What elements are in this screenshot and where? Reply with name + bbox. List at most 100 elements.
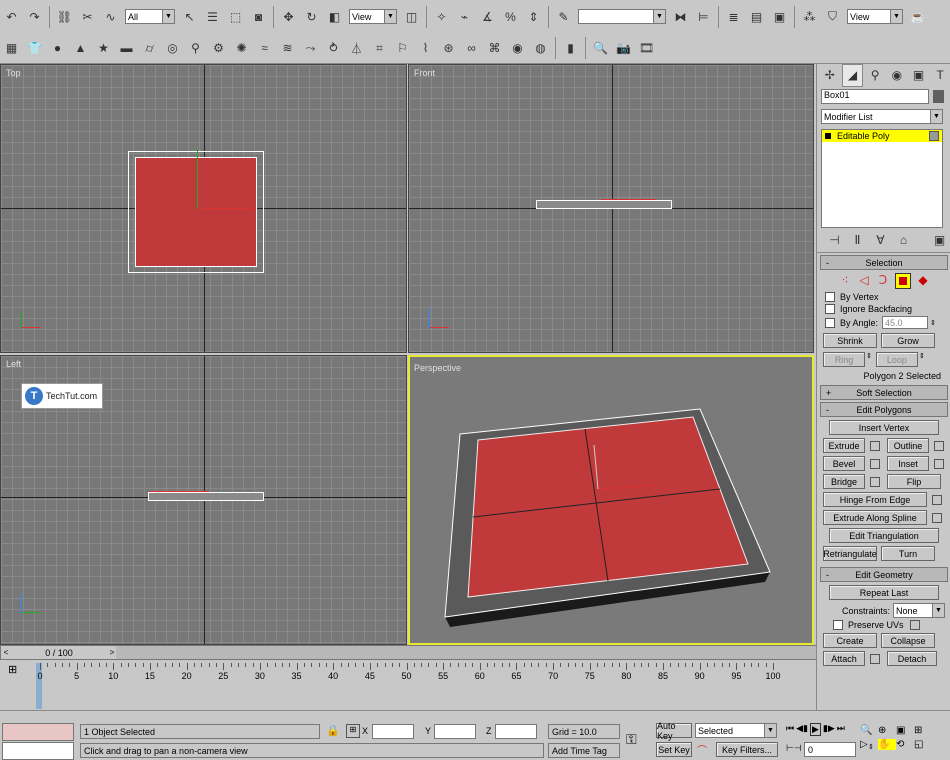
maxscript-listener[interactable] — [2, 723, 74, 741]
camera-icon[interactable]: ◉ — [507, 38, 528, 59]
create-tab-icon[interactable]: ✢ — [820, 65, 840, 86]
utilities-tab-icon[interactable]: T — [930, 65, 950, 86]
reference-coord-dropdown[interactable]: View ▼ — [349, 9, 397, 24]
viewport-label[interactable]: Left — [6, 359, 21, 369]
checkbox[interactable] — [825, 292, 835, 302]
key-icon[interactable]: ⚿ — [626, 731, 637, 748]
render-scene-icon[interactable]: ⛉ — [822, 6, 843, 27]
key-mode-dropdown[interactable]: Selected ▼ — [695, 723, 777, 738]
extrude-spline-settings-icon[interactable] — [932, 512, 942, 523]
viewport-perspective[interactable]: Perspective — [408, 355, 814, 645]
polygon-icon[interactable] — [895, 273, 911, 289]
soft-selection-rollout-header[interactable]: + Soft Selection — [820, 385, 948, 400]
viewport-left[interactable]: Left T TechTut.com — [0, 355, 407, 645]
redo-icon[interactable]: ↷ — [24, 6, 45, 27]
hinge-from-edge-button[interactable]: Hinge From Edge — [823, 492, 927, 507]
bridge-settings-icon[interactable] — [870, 476, 880, 487]
zoom-extents-all-icon[interactable]: ⊞ — [914, 725, 932, 736]
set-key-button[interactable]: Set Key — [656, 742, 692, 757]
auto-key-button[interactable]: Auto Key — [656, 721, 692, 741]
tape-icon[interactable]: ▮ — [560, 38, 581, 59]
repeat-last-button[interactable]: Repeat Last — [829, 585, 939, 600]
modifier-list-dropdown[interactable]: Modifier List ▼ — [821, 109, 943, 124]
wave-icon[interactable]: ≈ — [254, 38, 275, 59]
previous-frame-icon[interactable]: ◀▮ — [796, 723, 808, 736]
unlink-icon[interactable]: ✂ — [77, 6, 98, 27]
by-vertex-row[interactable]: By Vertex — [825, 292, 943, 302]
bend-icon[interactable]: ⤳ — [300, 38, 321, 59]
flip-button[interactable]: Flip — [887, 474, 941, 489]
render-camera-icon[interactable]: 📷 — [613, 38, 634, 59]
cylinder-icon[interactable]: ⌭ — [139, 38, 160, 59]
outline-button[interactable]: Outline — [887, 438, 929, 453]
inset-button[interactable]: Inset — [887, 456, 929, 471]
stack-item-toggle[interactable] — [929, 131, 939, 141]
align-icon[interactable]: ⊨ — [693, 6, 714, 27]
collapse-button[interactable]: Collapse — [881, 633, 935, 648]
current-frame-field[interactable]: 0 — [804, 742, 856, 757]
select-by-name-icon[interactable]: ☰ — [202, 6, 223, 27]
viewport-top[interactable]: Top — [0, 64, 407, 353]
zoom-extents-icon[interactable]: ▣ — [896, 725, 914, 736]
hierarchy-tab-icon[interactable]: ⚲ — [865, 65, 885, 86]
edge-icon[interactable]: ◁ — [857, 273, 871, 287]
curve-editor-icon[interactable]: ▤ — [746, 6, 767, 27]
stack-item-editable-poly[interactable]: Editable Poly — [822, 130, 942, 142]
scale-icon[interactable]: ◧ — [324, 6, 345, 27]
viewport-label[interactable]: Front — [414, 68, 435, 78]
chevron-left-icon[interactable]: < — [1, 648, 11, 657]
create-button[interactable]: Create — [823, 633, 877, 648]
twist-icon[interactable]: ⥁ — [323, 38, 344, 59]
rotate-icon[interactable]: ↻ — [301, 6, 322, 27]
viewport-front[interactable]: Front — [408, 64, 814, 353]
arc-rotate-icon[interactable]: ⟲ — [896, 739, 914, 750]
edit-geometry-rollout-header[interactable]: - Edit Geometry — [820, 567, 948, 582]
edit-triangulation-button[interactable]: Edit Triangulation — [829, 528, 939, 543]
preserve-uvs-row[interactable]: Preserve UVs — [825, 620, 943, 630]
next-frame-icon[interactable]: ▮▶ — [823, 723, 835, 736]
key-mode-toggle-icon[interactable]: ⊢⊣ — [786, 743, 802, 754]
spinner-icon[interactable]: ⇕ — [868, 743, 874, 751]
x-coordinate-field[interactable] — [372, 724, 414, 739]
ring-button[interactable]: Ring — [823, 352, 865, 367]
tube-icon[interactable]: ◎ — [162, 38, 183, 59]
motion-tab-icon[interactable]: ◉ — [887, 65, 907, 86]
shirt-icon[interactable]: 👕 — [24, 38, 45, 59]
link-icon[interactable]: ⛓ — [54, 6, 75, 27]
select-object-icon[interactable]: ↖ — [179, 6, 200, 27]
display-tab-icon[interactable]: ▣ — [909, 65, 929, 86]
absolute-mode-icon[interactable]: ⊞ — [346, 724, 360, 738]
maximize-viewport-icon[interactable]: ◱ — [914, 739, 932, 750]
attach-settings-icon[interactable] — [870, 653, 880, 664]
make-unique-icon[interactable]: ∀ — [870, 230, 891, 251]
y-coordinate-field[interactable] — [434, 724, 476, 739]
object-color-swatch[interactable] — [933, 90, 944, 103]
play-icon[interactable]: ▶ — [809, 723, 821, 736]
retriangulate-button[interactable]: Retriangulate — [823, 546, 877, 561]
cloth-icon[interactable]: ⌘ — [484, 38, 505, 59]
window-crossing-icon[interactable]: ◙ — [248, 6, 269, 27]
spinner-icon[interactable]: ⇕ — [866, 352, 872, 367]
lattice-icon[interactable]: ⌗ — [369, 38, 390, 59]
manipulate-icon[interactable]: ✧ — [431, 6, 452, 27]
hinge-settings-icon[interactable] — [932, 494, 942, 505]
border-icon[interactable]: Ↄ — [876, 273, 890, 287]
grow-button[interactable]: Grow — [881, 333, 935, 348]
quick-render-icon[interactable]: ☕ — [907, 6, 928, 27]
insert-vertex-button[interactable]: Insert Vertex — [829, 420, 939, 435]
cone-icon[interactable]: ▲ — [70, 38, 91, 59]
zoom-magnify-icon[interactable]: 🔍 — [590, 38, 611, 59]
z-coordinate-field[interactable] — [495, 724, 537, 739]
modify-tab-icon[interactable]: ◢ — [841, 63, 864, 87]
bind-space-warp-icon[interactable]: ∿ — [100, 6, 121, 27]
walk-icon[interactable]: ⚐ — [392, 38, 413, 59]
extrude-along-spline-button[interactable]: Extrude Along Spline — [823, 510, 927, 525]
sphere-icon[interactable]: ● — [47, 38, 68, 59]
star-icon[interactable]: ★ — [93, 38, 114, 59]
selected-polygon[interactable] — [135, 157, 257, 267]
gear-icon[interactable]: ⚙ — [208, 38, 229, 59]
spring-icon[interactable]: ⌇ — [415, 38, 436, 59]
angle-field[interactable]: 45.0 — [882, 316, 929, 329]
viewport-label[interactable]: Top — [6, 68, 21, 78]
move-icon[interactable]: ✥ — [278, 6, 299, 27]
